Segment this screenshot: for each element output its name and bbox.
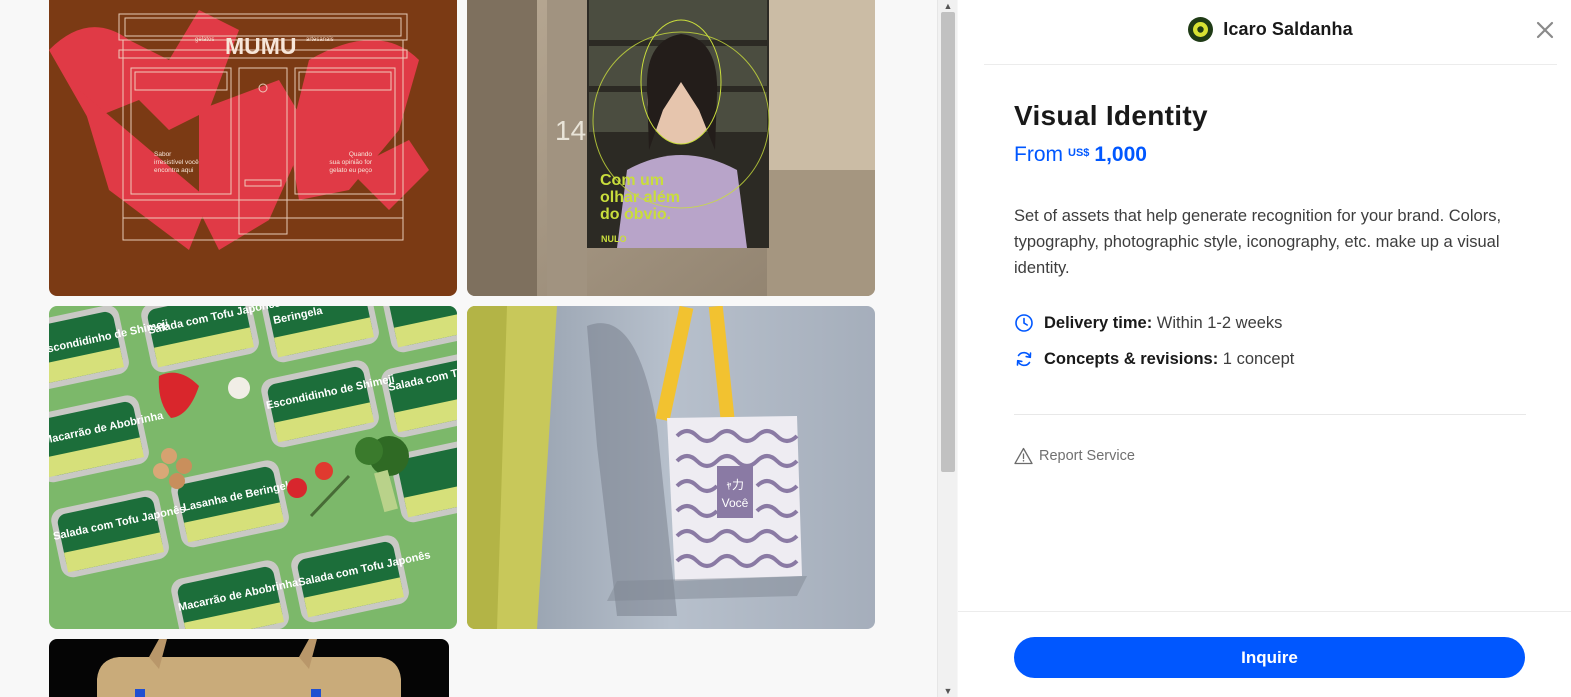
mumu-right-line-1: Quando: [349, 151, 373, 158]
close-icon: [1536, 21, 1554, 39]
warning-icon: [1014, 447, 1033, 465]
gallery-image-paper-bag[interactable]: [49, 639, 449, 697]
delivery-label: Delivery time:: [1044, 313, 1153, 332]
mumu-right-tag: artesanais: [306, 37, 334, 43]
clock-icon: [1015, 314, 1033, 332]
report-service-label[interactable]: Report Service: [1039, 448, 1135, 464]
tote-logo-line-1: ｬ力: [726, 478, 744, 492]
service-description: Set of assets that help generate recogni…: [1014, 207, 1502, 277]
service-price: From US$ 1,000: [1014, 143, 1526, 167]
report-service-link[interactable]: Report Service: [1014, 447, 1526, 465]
tote-logo-line-2: Você: [722, 496, 749, 510]
delivery-time: Delivery time: Within 1-2 weeks: [1014, 312, 1526, 334]
service-title: Visual Identity: [1014, 100, 1208, 131]
scroll-down-arrow-icon[interactable]: ▼: [938, 685, 958, 697]
mumu-logo: MUMU: [225, 33, 297, 59]
scroll-thumb[interactable]: [941, 12, 955, 472]
service-content: Visual Identity From US$ 1,000 Set of as…: [1014, 100, 1526, 465]
panel-footer: Inquire: [958, 611, 1571, 697]
price-prefix: From: [1014, 143, 1063, 166]
paper-bag-photo: [49, 639, 449, 697]
mumu-left-tag: gelatos: [195, 37, 214, 43]
concepts-revisions: Concepts & revisions: 1 concept: [1014, 348, 1526, 370]
divider: [1014, 414, 1526, 415]
poster-photo: Com um olhar além do óbvio. NULO 14: [467, 0, 875, 296]
detail-text: Concepts & revisions: 1 concept: [1044, 350, 1294, 369]
refresh-icon: [1016, 351, 1032, 367]
price-currency: US$: [1068, 147, 1090, 159]
inquire-button[interactable]: Inquire: [1014, 637, 1525, 678]
gallery-image-poster[interactable]: Com um olhar além do óbvio. NULO 14: [467, 0, 875, 296]
mumu-right-line-2: sua opinião for: [329, 159, 372, 166]
service-detail-panel: Icaro Saldanha Visual Identity From US$ …: [958, 0, 1571, 697]
mumu-left-line-3: encontra aqui: [154, 167, 193, 174]
close-button[interactable]: [1533, 18, 1557, 42]
poster-brand: NULO: [601, 234, 627, 244]
poster-headline-2: olhar além: [600, 189, 680, 206]
project-gallery: gelatos MUMU artesanais Sabor irresistív…: [0, 0, 937, 697]
owner[interactable]: Icaro Saldanha: [984, 17, 1557, 42]
price-amount: 1,000: [1094, 143, 1147, 166]
scrollbar[interactable]: ▲ ▼: [937, 0, 957, 697]
scroll-up-arrow-icon[interactable]: ▲: [938, 0, 958, 12]
poster-headline-3: do óbvio.: [600, 206, 671, 223]
gallery-image-tote-bag[interactable]: ｬ力 Você: [467, 306, 875, 629]
delivery-value: Within 1-2 weeks: [1152, 313, 1283, 332]
detail-text: Delivery time: Within 1-2 weeks: [1044, 314, 1282, 333]
concepts-value: 1 concept: [1218, 349, 1295, 368]
concepts-label: Concepts & revisions:: [1044, 349, 1219, 368]
gallery-image-food-packaging[interactable]: Salada com Tofu Japonês Beringela Escond…: [49, 306, 457, 629]
mumu-right-line-3: gelato eu peço: [329, 167, 372, 174]
graffiti-text: 14: [555, 115, 586, 146]
avatar[interactable]: [1188, 17, 1214, 42]
screen: gelatos MUMU artesanais Sabor irresistív…: [0, 0, 1571, 697]
poster-headline-1: Com um: [600, 172, 664, 189]
food-packaging-photo: Salada com Tofu Japonês Beringela Escond…: [49, 306, 457, 629]
avatar-logo-icon: [1193, 22, 1209, 37]
gallery-image-mumu-storefront[interactable]: gelatos MUMU artesanais Sabor irresistív…: [49, 0, 457, 296]
mumu-illustration: gelatos MUMU artesanais Sabor irresistív…: [49, 0, 457, 296]
mumu-left-line-2: irresistível você: [154, 159, 199, 166]
owner-name[interactable]: Icaro Saldanha: [1223, 19, 1352, 40]
mumu-left-line-1: Sabor: [154, 151, 172, 158]
panel-header: Icaro Saldanha: [984, 0, 1557, 65]
tote-bag-photo: ｬ力 Você: [467, 306, 875, 629]
